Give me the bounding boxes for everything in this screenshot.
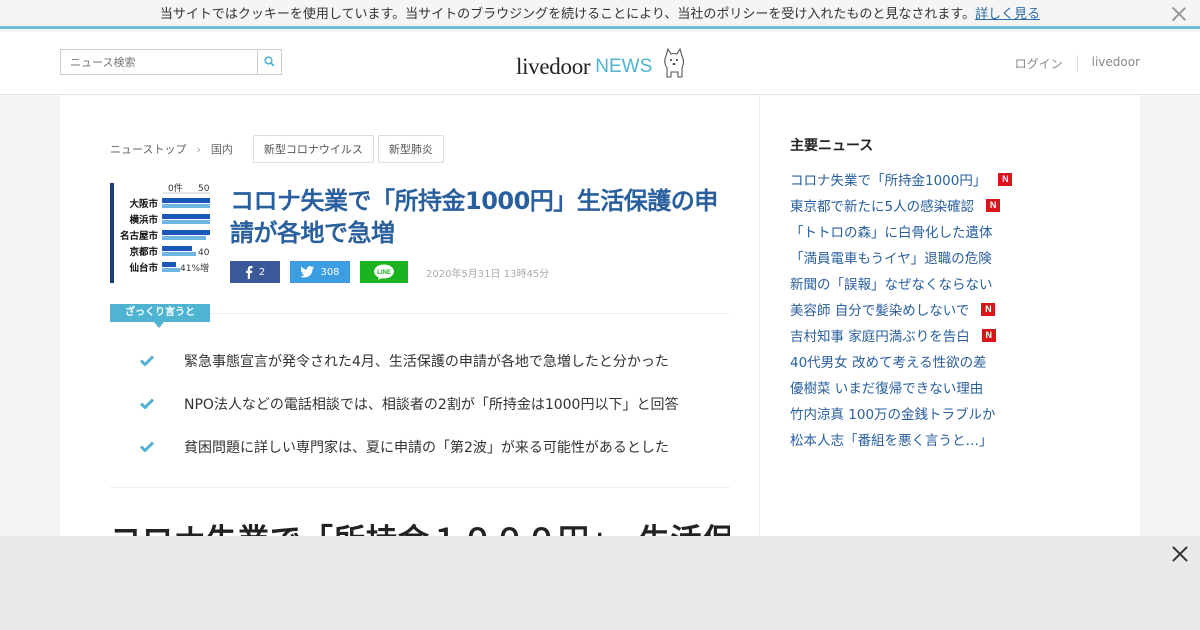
checkmark-icon xyxy=(140,441,154,452)
breadcrumb-category[interactable]: 国内 xyxy=(211,141,233,157)
line-icon: LINE xyxy=(374,264,394,280)
thumb-annot-0: 40 xyxy=(198,248,210,258)
login-link[interactable]: ログイン xyxy=(1015,55,1078,72)
top-news-list: コロナ失業で「所持金1000円」 N 東京都で新たに5人の感染確認 N 「トトロの森」に… xyxy=(790,166,1013,452)
twitter-icon xyxy=(300,266,315,278)
thumb-city-0: 大阪市 xyxy=(129,198,158,210)
sidebar-news-text: 「トトロの森」に白骨化した遺体 xyxy=(790,225,993,241)
cookie-more-link[interactable]: 詳しく見る xyxy=(975,7,1040,22)
share-buttons: 2 308 LINE 2020年5月31日 13時45分 xyxy=(230,261,549,283)
breadcrumb-top[interactable]: ニューストップ xyxy=(110,141,186,157)
sidebar-news-text: コロナ失業で「所持金1000円」 xyxy=(790,173,987,189)
logo-livedoor: livedoor xyxy=(516,54,591,79)
sidebar-news-item[interactable]: コロナ失業で「所持金1000円」 N xyxy=(790,166,1013,192)
chevron-right-icon: › xyxy=(196,142,201,156)
facebook-share-button[interactable]: 2 xyxy=(230,261,280,283)
tag-coronavirus[interactable]: 新型コロナウイルス xyxy=(252,135,374,163)
ad-close-icon[interactable] xyxy=(1170,544,1190,564)
thumb-city-4: 仙台市 xyxy=(129,262,158,274)
article-date: 2020年5月31日 13時45分 xyxy=(426,268,550,280)
logo-news: NEWS xyxy=(595,56,653,77)
article-title: コロナ失業で「所持金1000円」生活保護の申請が各地で急増 xyxy=(230,187,718,247)
thumb-city-2: 名古屋市 xyxy=(120,230,159,242)
new-badge-icon: N xyxy=(981,328,996,342)
sidebar-news-item[interactable]: 新聞の「誤報」なぜなくならない xyxy=(790,270,1012,296)
cookie-close-icon[interactable] xyxy=(1170,5,1188,23)
sidebar-news-text: 「満員電車もうイヤ」退職の危険 xyxy=(790,251,992,267)
new-badge-icon: N xyxy=(981,302,996,316)
sidebar-news-text: 松本人志「番組を悪く言うと…」 xyxy=(790,433,993,449)
summary-points: 緊急事態宣言が発令された4月、生活保護の申請が各地で急増したと分かった NPO法… xyxy=(140,353,740,482)
sidebar-news-text: 40代男女 改めて考える性欲の差 xyxy=(790,355,987,371)
sidebar-news-item[interactable]: 東京都で新たに5人の感染確認 N xyxy=(790,192,1012,218)
summary-label: ざっくり言うと xyxy=(110,304,210,328)
sidebar-news-item[interactable]: 「トトロの森」に白骨化した遺体 xyxy=(790,218,1012,244)
checkmark-icon xyxy=(140,398,154,409)
search-box xyxy=(60,49,282,75)
site-logo[interactable]: livedoor NEWS xyxy=(516,44,688,80)
sidebar-news-text: 美容師 自分で髪染めしないで xyxy=(790,303,970,319)
sidebar-heading: 主要ニュース xyxy=(790,138,874,154)
twitter-count: 308 xyxy=(320,266,340,278)
thumbnail-chart-image: 0件 500 大阪市 横浜市 名古屋市 京都市 仙台市 40 41%増 xyxy=(110,183,210,283)
cookie-banner: 当サイトではクッキーを使用しています。当サイトのブラウジングを続けることにより、… xyxy=(0,0,1200,29)
sidebar-news-item[interactable]: 美容師 自分で髪染めしないで N xyxy=(790,296,1012,322)
summary-point-text: NPO法人などの電話相談では、相談者の2割が「所持金は1000円以下」と回答 xyxy=(184,397,679,413)
search-input[interactable] xyxy=(61,50,257,74)
line-icon-label: LINE xyxy=(377,270,391,276)
facebook-icon xyxy=(245,265,253,279)
sidebar-news-text: 東京都で新たに5人の感染確認 xyxy=(790,199,975,215)
new-badge-icon: N xyxy=(998,172,1013,186)
thumb-axis-500: 500 xyxy=(198,184,210,194)
summary-point-text: 貧困問題に詳しい専門家は、夏に申請の「第2波」が来る可能性があるとした xyxy=(184,440,669,456)
livedoor-link[interactable]: livedoor xyxy=(1078,55,1140,72)
article-thumbnail[interactable]: 0件 500 大阪市 横浜市 名古屋市 京都市 仙台市 40 41%増 xyxy=(110,183,210,283)
sidebar-news-item[interactable]: 吉村知事 家庭円満ぶりを告白 N xyxy=(790,322,1012,348)
sidebar-news-text: 竹内涼真 100万の金銭トラブルか xyxy=(790,407,996,423)
search-button[interactable] xyxy=(257,50,281,74)
sidebar-news-text: 吉村知事 家庭円満ぶりを告白 xyxy=(790,329,970,345)
checkmark-icon xyxy=(140,355,154,366)
sidebar-news-item[interactable]: 「満員電車もうイヤ」退職の危険 xyxy=(790,244,1012,270)
summary-point: 貧困問題に詳しい専門家は、夏に申請の「第2波」が来る可能性があるとした xyxy=(140,439,740,482)
bottom-ad-overlay xyxy=(0,536,1200,630)
thumb-city-3: 京都市 xyxy=(129,246,158,258)
sidebar-news-text: 優樹菜 いまだ復帰できない理由 xyxy=(790,381,984,397)
sidebar-news-item[interactable]: 優樹菜 いまだ復帰できない理由 xyxy=(790,374,1012,400)
twitter-share-button[interactable]: 308 xyxy=(290,261,350,283)
summary-divider xyxy=(210,313,730,314)
breadcrumb: ニューストップ › 国内 新型コロナウイルス 新型肺炎 xyxy=(110,135,444,163)
line-share-button[interactable]: LINE xyxy=(360,261,408,283)
sidebar-news-item[interactable]: 竹内涼真 100万の金銭トラブルか xyxy=(790,400,1012,426)
header-links: ログイン livedoor xyxy=(1015,55,1140,72)
thumb-city-1: 横浜市 xyxy=(129,214,158,226)
site-header: livedoor NEWS ログイン livedoor xyxy=(0,32,1200,95)
new-badge-icon: N xyxy=(986,198,1001,212)
sidebar-news-text: 新聞の「誤報」なぜなくならない xyxy=(790,277,993,293)
thumb-axis-0: 0件 xyxy=(168,183,183,194)
summary-point: 緊急事態宣言が発令された4月、生活保護の申請が各地で急増したと分かった xyxy=(140,353,740,396)
summary-point: NPO法人などの電話相談では、相談者の2割が「所持金は1000円以下」と回答 xyxy=(140,396,740,439)
sidebar-news-item[interactable]: 松本人志「番組を悪く言うと…」 xyxy=(790,426,1012,452)
dog-mascot-icon xyxy=(664,47,685,78)
facebook-count: 2 xyxy=(258,266,266,278)
summary-point-text: 緊急事態宣言が発令された4月、生活保護の申請が各地で急増したと分かった xyxy=(184,354,669,370)
thumb-annot-1: 41%増 xyxy=(180,262,209,274)
sidebar-news-item[interactable]: 40代男女 改めて考える性欲の差 xyxy=(790,348,1012,374)
search-icon xyxy=(264,56,275,67)
summary-bottom-divider xyxy=(110,487,730,488)
cookie-text: 当サイトではクッキーを使用しています。当サイトのブラウジングを続けることにより、… xyxy=(159,7,976,22)
tag-pneumonia[interactable]: 新型肺炎 xyxy=(377,135,444,163)
